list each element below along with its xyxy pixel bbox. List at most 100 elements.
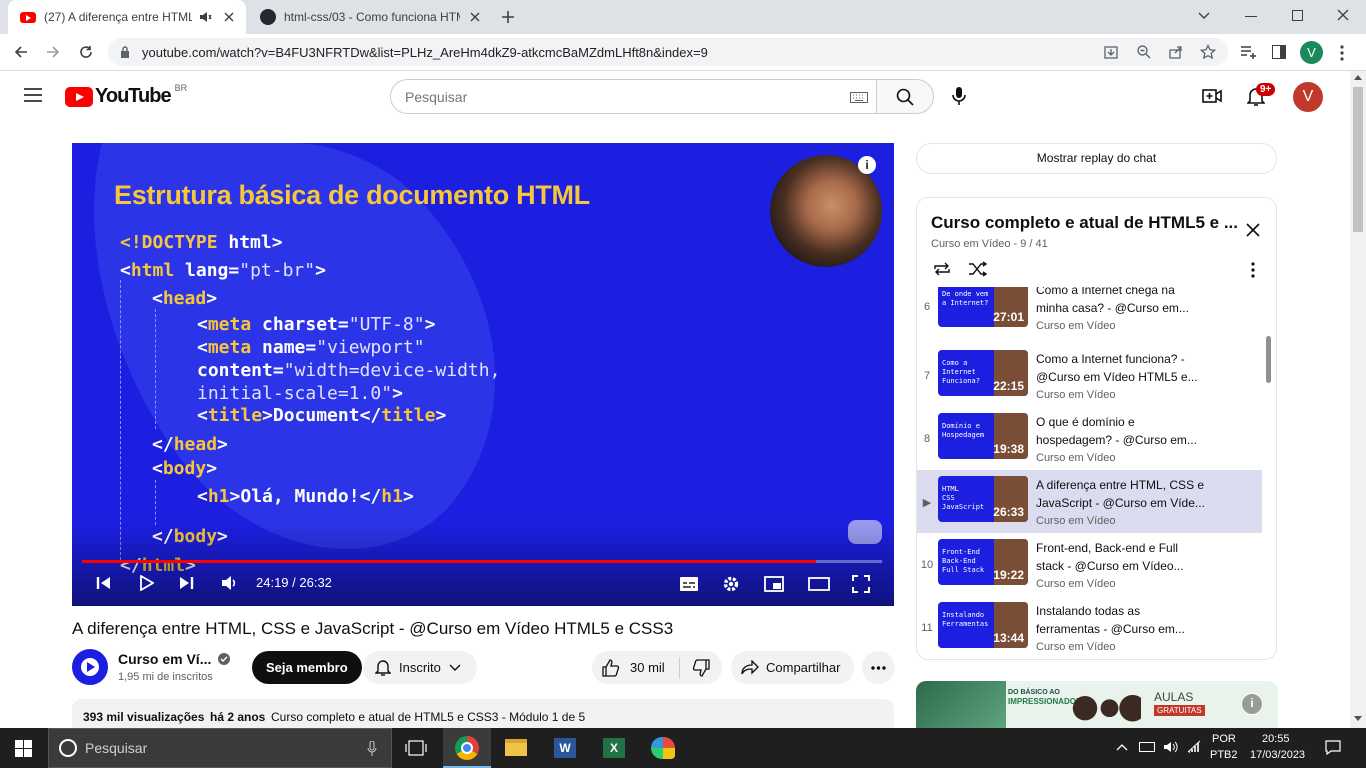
microphone-icon[interactable] bbox=[952, 87, 966, 106]
playlist-item-title[interactable]: Como a Internet funciona? - @Curso em Ví… bbox=[1036, 350, 1206, 386]
share-page-icon[interactable] bbox=[1168, 44, 1184, 60]
dislike-button[interactable] bbox=[692, 658, 710, 677]
share-button[interactable]: Compartilhar bbox=[731, 651, 854, 684]
playlist-item[interactable]: ▶ HTML CSS JavaScript 26:33 A diferença ent… bbox=[917, 470, 1262, 533]
side-panel-icon[interactable] bbox=[1272, 45, 1286, 59]
playlist-item[interactable]: 11 Instalando Ferramentas 13:44 Instalando … bbox=[917, 596, 1262, 659]
volume-tray-icon[interactable] bbox=[1163, 740, 1179, 754]
tab-youtube[interactable]: (27) A diferença entre HTML bbox=[8, 0, 246, 34]
playlist-item-thumbnail[interactable]: Como a Internet Funciona? 22:15 bbox=[938, 350, 1028, 396]
channel-avatar[interactable] bbox=[72, 649, 108, 685]
clock-date[interactable]: 17/03/2023 bbox=[1250, 749, 1305, 761]
loop-icon[interactable] bbox=[932, 261, 952, 277]
playlist-subtitle[interactable]: Curso em Vídeo - 9 / 41 bbox=[931, 238, 1048, 250]
playlist-item[interactable]: 7 Como a Internet Funciona? 22:15 Como a In… bbox=[917, 344, 1262, 407]
playlist-item-channel[interactable]: Curso em Vídeo bbox=[1036, 578, 1115, 590]
tab-github[interactable]: html-css/03 - Como funciona HTML bbox=[248, 0, 488, 34]
playlist-item-thumbnail[interactable]: De onde vem a Internet? 27:01 bbox=[938, 287, 1028, 327]
account-avatar[interactable]: V bbox=[1293, 82, 1323, 112]
playlist-title[interactable]: Curso completo e atual de HTML5 e ... bbox=[931, 213, 1238, 233]
windows-start-icon[interactable] bbox=[15, 740, 32, 757]
channel-name[interactable]: Curso em Ví... bbox=[118, 651, 211, 667]
language-code[interactable]: POR bbox=[1212, 733, 1236, 745]
page-scroll-thumb[interactable] bbox=[1353, 87, 1363, 232]
ad-banner[interactable]: DO BÁSICO AO IMPRESSIONADOR AULAS GRATUI… bbox=[916, 681, 1278, 728]
playlist-item-channel[interactable]: Curso em Vídeo bbox=[1036, 641, 1115, 653]
playlist-item-title[interactable]: Instalando todas as ferramentas - @Curso… bbox=[1036, 602, 1206, 638]
playlist-item[interactable]: 8 Domínio e Hospedagem 19:38 O que é domíni… bbox=[917, 407, 1262, 470]
playlist-item-title[interactable]: O que é domínio e hospedagem? - @Curso e… bbox=[1036, 413, 1206, 449]
forward-arrow-icon[interactable] bbox=[45, 44, 61, 60]
playlist-item-channel[interactable]: Curso em Vídeo bbox=[1036, 515, 1115, 527]
subtitles-icon[interactable] bbox=[679, 576, 699, 592]
file-explorer-icon[interactable] bbox=[505, 739, 527, 756]
address-bar[interactable]: youtube.com/watch?v=B4FU3NFRTDw&list=PLH… bbox=[108, 38, 1228, 66]
shuffle-icon[interactable] bbox=[968, 261, 988, 277]
install-app-icon[interactable] bbox=[1103, 44, 1119, 60]
video-player[interactable]: Estrutura básica de documento HTML i <!D… bbox=[72, 143, 894, 606]
playlist-item-title[interactable]: Como a Internet chega na minha casa? - @… bbox=[1036, 287, 1206, 317]
hamburger-menu-icon[interactable] bbox=[24, 88, 42, 102]
tab-close-icon[interactable] bbox=[224, 12, 234, 22]
window-minimize-button[interactable] bbox=[1245, 16, 1257, 17]
profile-avatar[interactable]: V bbox=[1300, 41, 1323, 64]
notification-center-icon[interactable] bbox=[1325, 740, 1341, 755]
create-video-icon[interactable] bbox=[1202, 88, 1222, 104]
reload-icon[interactable] bbox=[78, 44, 94, 60]
playlist-item-thumbnail[interactable]: Front-End Back-End Full Stack 19:22 bbox=[938, 539, 1028, 585]
playlist-more-icon[interactable] bbox=[1251, 262, 1255, 278]
tab-search-chevron-icon[interactable] bbox=[1198, 11, 1210, 21]
window-restore-button[interactable] bbox=[1292, 10, 1303, 21]
taskbar-search[interactable]: Pesquisar bbox=[48, 728, 392, 768]
task-view-icon[interactable] bbox=[405, 740, 427, 756]
theater-mode-icon[interactable] bbox=[808, 576, 830, 592]
scroll-up-arrow-icon[interactable] bbox=[1354, 75, 1362, 80]
playlist-item[interactable]: 10 Front-End Back-End Full Stack 19:22 Fron… bbox=[917, 533, 1262, 596]
tab-close-icon[interactable] bbox=[470, 12, 480, 22]
playlist-scrollbar[interactable] bbox=[1266, 336, 1271, 383]
like-button[interactable]: 30 mil bbox=[602, 658, 665, 677]
fullscreen-icon[interactable] bbox=[852, 575, 870, 593]
playlist-item-thumbnail[interactable]: HTML CSS JavaScript 26:33 bbox=[938, 476, 1028, 522]
paint-app-icon[interactable] bbox=[651, 737, 675, 759]
playlist-item[interactable]: 6 De onde vem a Internet? 27:01 Como a Inte… bbox=[917, 287, 1262, 344]
settings-gear-icon[interactable] bbox=[722, 575, 740, 593]
word-app-icon[interactable]: W bbox=[554, 738, 576, 758]
back-arrow-icon[interactable] bbox=[13, 44, 29, 60]
wifi-icon[interactable] bbox=[1186, 740, 1202, 754]
keyboard-icon[interactable] bbox=[850, 92, 868, 103]
next-button[interactable] bbox=[178, 575, 194, 591]
tab-audio-icon[interactable] bbox=[198, 10, 212, 24]
show-chat-replay-button[interactable]: Mostrar replay do chat bbox=[916, 143, 1277, 174]
playlist-item-title[interactable]: Front-end, Back-end e Full stack - @Curs… bbox=[1036, 539, 1206, 575]
url-text[interactable]: youtube.com/watch?v=B4FU3NFRTDw&list=PLH… bbox=[142, 45, 708, 60]
play-button[interactable] bbox=[140, 575, 154, 591]
keyboard-layout[interactable]: PTB2 bbox=[1210, 749, 1238, 761]
taskbar-mic-icon[interactable] bbox=[367, 741, 377, 757]
playlist-item-channel[interactable]: Curso em Vídeo bbox=[1036, 320, 1115, 332]
chrome-menu-icon[interactable] bbox=[1340, 45, 1344, 61]
new-tab-button[interactable] bbox=[500, 9, 516, 25]
zoom-icon[interactable] bbox=[1136, 44, 1152, 60]
youtube-logo[interactable]: YouTube BR bbox=[65, 83, 187, 108]
lock-icon[interactable] bbox=[120, 46, 130, 58]
ad-info-icon[interactable]: i bbox=[1241, 693, 1263, 715]
close-playlist-icon[interactable] bbox=[1246, 223, 1260, 237]
info-icon[interactable]: i bbox=[858, 156, 876, 174]
join-member-button[interactable]: Seja membro bbox=[252, 651, 362, 684]
excel-app-icon[interactable]: X bbox=[603, 738, 625, 758]
previous-button[interactable] bbox=[96, 575, 112, 591]
clock-time[interactable]: 20:55 bbox=[1262, 733, 1290, 745]
search-input[interactable]: Pesquisar bbox=[390, 79, 877, 114]
volume-icon[interactable] bbox=[220, 574, 238, 592]
more-actions-button[interactable] bbox=[862, 651, 895, 684]
subscribed-button[interactable]: Inscrito bbox=[363, 651, 477, 684]
scroll-down-arrow-icon[interactable] bbox=[1354, 716, 1362, 721]
playlist-item-channel[interactable]: Curso em Vídeo bbox=[1036, 452, 1115, 464]
playlist-item-thumbnail[interactable]: Domínio e Hospedagem 19:38 bbox=[938, 413, 1028, 459]
playlist-item-title[interactable]: A diferença entre HTML, CSS e JavaScript… bbox=[1036, 476, 1206, 512]
window-close-button[interactable] bbox=[1337, 9, 1349, 21]
playlist-item-thumbnail[interactable]: Instalando Ferramentas 13:44 bbox=[938, 602, 1028, 648]
search-button[interactable] bbox=[876, 79, 934, 114]
reading-list-icon[interactable] bbox=[1240, 45, 1256, 59]
